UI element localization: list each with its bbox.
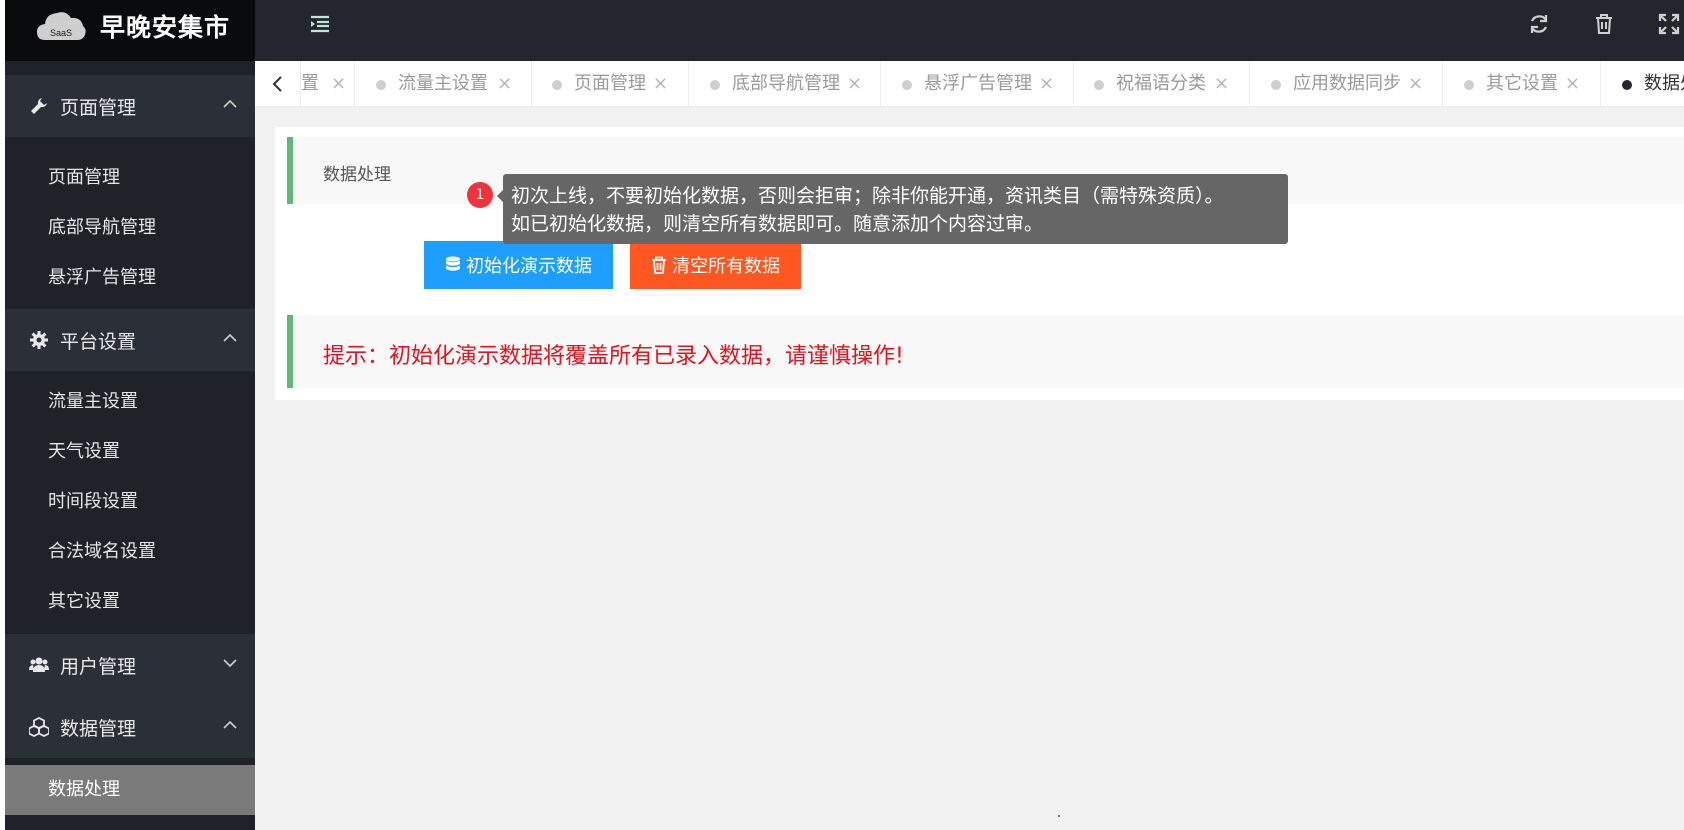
tab-data-processing[interactable]: 数据处理 <box>1601 61 1684 106</box>
close-icon[interactable]: × <box>1408 61 1423 106</box>
cursor-dot <box>1058 815 1060 817</box>
tooltip-line-2: 如已初始化数据，则清空所有数据即可。随意添加个内容过审。 <box>511 213 1044 235</box>
tab-bar: 置 × 流量主设置 × 页面管理 × 底部导航管理 × 悬浮广告管理 × 祝福语… <box>255 61 1684 107</box>
sidebar-item-domain-settings[interactable]: 合法域名设置 <box>5 527 255 577</box>
tab-traffic-settings[interactable]: 流量主设置 × <box>355 61 532 106</box>
tab-bottom-nav[interactable]: 底部导航管理 × <box>689 61 881 106</box>
tab-dot <box>1622 80 1632 90</box>
tab-dot <box>902 80 912 90</box>
close-icon[interactable]: × <box>1565 61 1580 106</box>
sidebar-item-time-slot-settings[interactable]: 时间段设置 <box>5 477 255 527</box>
tab-floating-ads[interactable]: 悬浮广告管理 × <box>881 61 1074 106</box>
wrench-icon <box>31 98 47 114</box>
nav-group-page-management[interactable]: 页面管理 <box>5 75 255 137</box>
chevron-left-icon <box>272 76 282 92</box>
close-icon[interactable]: × <box>653 61 668 106</box>
sidebar-item-traffic-settings[interactable]: 流量主设置 <box>5 377 255 427</box>
content-card: 数据处理 初始化演示数据 清空所有数据 提示：初始化演示数据将覆盖所有已录入数据… <box>275 127 1684 400</box>
trash-icon <box>652 256 666 274</box>
nav-group-user-management[interactable]: 用户管理 <box>5 634 255 696</box>
guide-tooltip: 初次上线，不要初始化数据，否则会拒审；除非你能开通，资讯类目（需特殊资质）。 如… <box>503 174 1288 244</box>
topbar <box>255 0 1684 61</box>
close-icon[interactable]: × <box>497 61 512 106</box>
app-window: SaaS 早晚安集市 页面管理 页面管理 底部导航管理 悬浮广告管理 平台设置 … <box>0 0 1684 830</box>
app-title: 早晚安集市 <box>100 13 231 42</box>
cloud-logo-icon: SaaS <box>37 12 86 40</box>
tab-other-settings[interactable]: 其它设置 × <box>1443 61 1601 106</box>
sidebar-item-data-processing[interactable]: 数据处理 <box>5 765 255 815</box>
tab-dot <box>552 80 562 90</box>
tab-page-management[interactable]: 页面管理 × <box>532 61 689 106</box>
chevron-up-icon <box>223 720 237 729</box>
tab-label: 祝福语分类 <box>1116 73 1206 94</box>
nav-group-platform-settings[interactable]: 平台设置 <box>5 309 255 371</box>
logo-area: SaaS 早晚安集市 <box>5 0 255 61</box>
close-icon[interactable]: × <box>1039 61 1054 106</box>
sidebar-item-other-settings[interactable]: 其它设置 <box>5 577 255 627</box>
tab-label: 底部导航管理 <box>732 73 840 94</box>
trash-icon[interactable] <box>1592 12 1616 36</box>
tab-dot <box>1464 80 1474 90</box>
nav-group-label: 数据管理 <box>60 718 137 740</box>
sidebar-item-bottom-nav[interactable]: 底部导航管理 <box>5 203 255 253</box>
tab-label: 应用数据同步 <box>1293 73 1401 94</box>
step-badge: 1 <box>467 182 493 208</box>
tab-label: 数据处理 <box>1644 73 1684 94</box>
tab-dot <box>1271 80 1281 90</box>
tab-label: 流量主设置 <box>398 73 488 94</box>
indent-icon[interactable] <box>308 12 332 36</box>
chevron-up-icon <box>223 99 237 108</box>
nav-group-label: 平台设置 <box>60 331 137 353</box>
page-title: 数据处理 <box>323 165 391 185</box>
clear-all-data-button[interactable]: 清空所有数据 <box>630 241 801 289</box>
tab-scroll-left-button[interactable] <box>255 61 301 106</box>
nav-group-label: 用户管理 <box>60 656 137 678</box>
warning-notice: 提示：初始化演示数据将覆盖所有已录入数据，请谨慎操作! <box>287 315 1684 388</box>
tab-dot <box>710 80 720 90</box>
chevron-up-icon <box>223 333 237 342</box>
close-icon[interactable]: × <box>847 61 862 106</box>
chevron-down-icon <box>223 659 237 668</box>
nav-group-label: 页面管理 <box>60 97 137 119</box>
clear-all-data-label: 清空所有数据 <box>672 256 780 276</box>
sidebar-item-floating-ads[interactable]: 悬浮广告管理 <box>5 253 255 303</box>
sidebar-item-page-management[interactable]: 页面管理 <box>5 153 255 203</box>
close-icon[interactable]: × <box>1214 61 1229 106</box>
tab-label: 页面管理 <box>574 73 646 94</box>
tab-dot <box>1094 80 1104 90</box>
tab-app-data-sync[interactable]: 应用数据同步 × <box>1250 61 1443 106</box>
gear-icon <box>30 331 48 349</box>
tab-partial[interactable]: 置 × <box>301 61 355 106</box>
database-icon <box>446 256 460 271</box>
logo-badge: SaaS <box>50 28 72 38</box>
tab-label: 其它设置 <box>1486 73 1558 94</box>
tab-dot <box>376 80 386 90</box>
fullscreen-icon[interactable] <box>1657 12 1681 36</box>
tab-label: 悬浮广告管理 <box>924 73 1032 94</box>
nav-group-data-management[interactable]: 数据管理 <box>5 696 255 758</box>
init-demo-data-label: 初始化演示数据 <box>466 256 592 276</box>
users-icon <box>29 657 49 672</box>
tab-greeting-category[interactable]: 祝福语分类 × <box>1074 61 1250 106</box>
cubes-icon <box>29 717 49 737</box>
init-demo-data-button[interactable]: 初始化演示数据 <box>424 241 613 289</box>
sidebar-item-weather-settings[interactable]: 天气设置 <box>5 427 255 477</box>
sidebar: SaaS 早晚安集市 页面管理 页面管理 底部导航管理 悬浮广告管理 平台设置 … <box>5 0 255 830</box>
refresh-icon[interactable] <box>1527 12 1551 36</box>
tooltip-line-1: 初次上线，不要初始化数据，否则会拒审；除非你能开通，资讯类目（需特殊资质）。 <box>511 185 1224 207</box>
close-icon[interactable]: × <box>331 61 346 106</box>
warning-text: 提示：初始化演示数据将覆盖所有已录入数据，请谨慎操作! <box>323 344 904 369</box>
tab-label: 置 <box>301 73 319 94</box>
